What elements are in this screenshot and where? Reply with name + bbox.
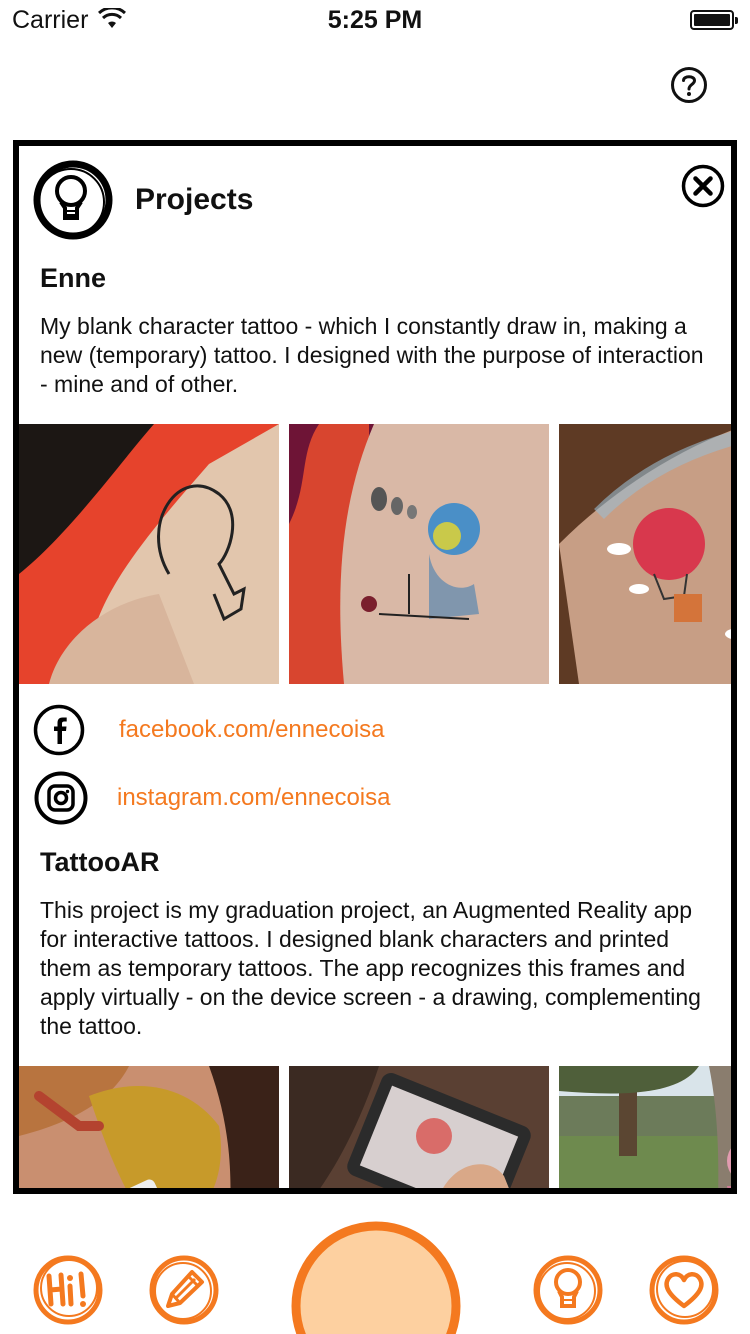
- projects-scroll-area[interactable]: Projects Enne My blank character tattoo …: [19, 146, 731, 1188]
- lightbulb-icon[interactable]: [532, 1254, 604, 1326]
- tattoo-photo[interactable]: [19, 424, 279, 684]
- pencil-icon[interactable]: [148, 1254, 220, 1326]
- project-title: Enne: [40, 263, 107, 293]
- instagram-link-text[interactable]: instagram.com/ennecoisa: [117, 784, 390, 812]
- tattoo-photo[interactable]: [19, 1066, 279, 1188]
- clock: 5:25 PM: [327, 6, 423, 34]
- help-icon[interactable]: [670, 66, 708, 104]
- tattoo-photo[interactable]: [289, 1066, 549, 1188]
- panel-title: Projects: [135, 183, 254, 216]
- close-icon[interactable]: [681, 164, 725, 208]
- projects-panel: Projects Enne My blank character tattoo …: [13, 140, 737, 1194]
- tattoo-photo[interactable]: [289, 424, 549, 684]
- tab-bar: [0, 1194, 750, 1334]
- lightbulb-logo-icon: [33, 160, 113, 240]
- facebook-link-text[interactable]: facebook.com/ennecoisa: [119, 716, 385, 744]
- project-description: This project is my graduation project, a…: [40, 897, 701, 1039]
- battery-icon: [690, 10, 738, 30]
- project-title: TattooAR: [40, 847, 160, 877]
- heart-icon[interactable]: [648, 1254, 720, 1326]
- photo-carousel[interactable]: [19, 424, 731, 684]
- tattoo-photo[interactable]: [559, 1066, 731, 1188]
- facebook-icon: [33, 704, 85, 756]
- instagram-icon: [34, 771, 88, 825]
- capture-icon[interactable]: [286, 1216, 466, 1334]
- tattoo-photo[interactable]: [559, 424, 731, 684]
- project-description: My blank character tattoo - which I cons…: [40, 313, 704, 397]
- hi-icon[interactable]: [32, 1254, 104, 1326]
- status-bar: Carrier 5:25 PM: [0, 0, 750, 40]
- photo-carousel[interactable]: [19, 1066, 731, 1188]
